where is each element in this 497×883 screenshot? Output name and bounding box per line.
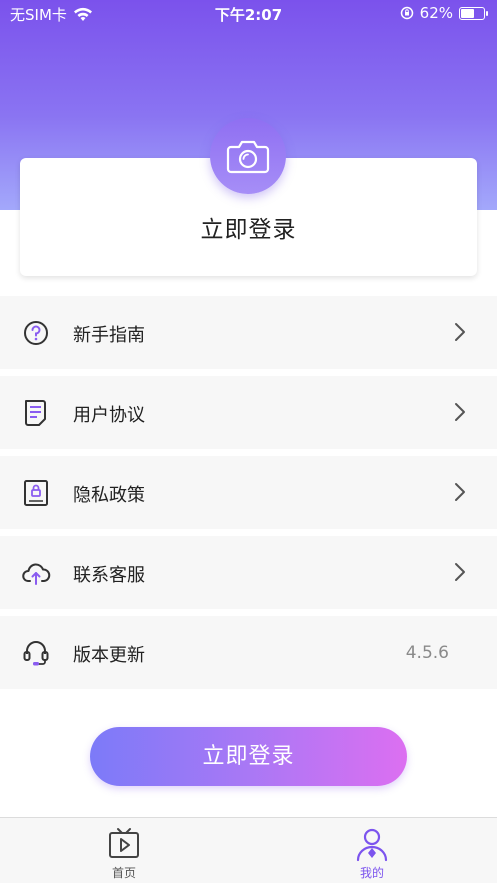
login-card-title[interactable]: 立即登录 [20, 210, 477, 244]
camera-icon [226, 140, 270, 174]
login-button[interactable]: 立即登录 [90, 727, 407, 786]
orientation-lock-icon [400, 6, 413, 20]
menu-item-customer-service[interactable]: 联系客服 [0, 536, 497, 609]
tv-play-icon [109, 828, 139, 858]
chevron-right-icon [455, 563, 465, 581]
chevron-right-icon [455, 403, 465, 421]
avatar[interactable] [210, 118, 286, 194]
menu-item-privacy[interactable]: 隐私政策 [0, 456, 497, 529]
tab-label: 我的 [359, 866, 384, 880]
tab-label: 首页 [111, 866, 136, 880]
battery-percent: 62% [419, 4, 453, 22]
menu-item-label: 用户协议 [73, 405, 145, 426]
chevron-right-icon [455, 483, 465, 501]
menu-item-label: 联系客服 [73, 565, 145, 586]
cloud-upload-icon [22, 563, 51, 585]
menu-item-label: 版本更新 [73, 645, 145, 666]
user-icon [356, 828, 388, 862]
menu-item-user-agreement[interactable]: 用户协议 [0, 376, 497, 449]
menu-item-label: 隐私政策 [73, 485, 145, 506]
menu-item-label: 新手指南 [73, 325, 145, 346]
menu-item-guide[interactable]: 新手指南 [0, 296, 497, 369]
tab-bar: 首页 我的 [0, 817, 497, 883]
document-icon [25, 400, 46, 426]
status-bar: 无SIM卡 下午2:07 62% [0, 0, 497, 28]
battery-fill [461, 8, 474, 18]
menu-item-version-update[interactable]: 版本更新 4.5.6 [0, 616, 497, 689]
chevron-right-icon [455, 323, 465, 341]
question-circle-icon [24, 321, 48, 345]
status-right: 62% [400, 4, 488, 22]
tab-home[interactable]: 首页 [84, 826, 164, 881]
lock-document-icon [24, 480, 48, 506]
headset-icon [23, 641, 49, 666]
tab-mine[interactable]: 我的 [332, 826, 412, 881]
menu-list: 新手指南 用户协议 隐私政策 联系客服 版本更新 4.5.6 [0, 296, 497, 696]
version-number: 4.5.6 [405, 643, 449, 663]
battery-icon [459, 6, 488, 20]
